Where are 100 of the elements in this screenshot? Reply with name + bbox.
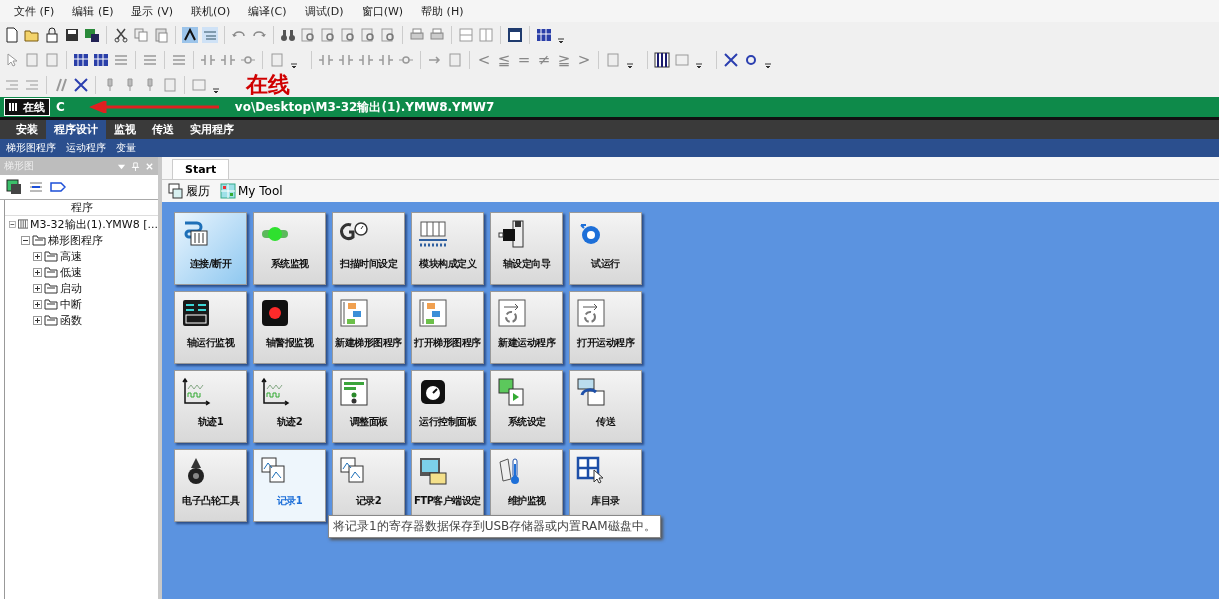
crossed-lines-icon[interactable] bbox=[73, 76, 89, 93]
expand-icon[interactable] bbox=[33, 283, 42, 293]
menu-item[interactable]: 编译(C) bbox=[248, 3, 287, 19]
floppy-icon[interactable] bbox=[64, 26, 80, 43]
ribbon-tab[interactable]: 安装 bbox=[8, 120, 46, 139]
tree-item[interactable]: 低速 bbox=[60, 264, 82, 280]
function-tile[interactable]: 轨迹1 bbox=[174, 370, 247, 443]
alarm-lamp-icon bbox=[260, 298, 290, 328]
collapse-icon[interactable] bbox=[21, 235, 30, 245]
find-icon[interactable] bbox=[380, 26, 396, 43]
function-tile[interactable]: 新建运动程序 bbox=[490, 291, 563, 364]
padlock-icon[interactable] bbox=[44, 26, 60, 43]
tool-grid-icon[interactable] bbox=[220, 183, 236, 199]
ladder-view-icon[interactable] bbox=[182, 26, 198, 43]
menu-item[interactable]: 编辑 (E) bbox=[72, 3, 114, 19]
dial-gauge-icon bbox=[418, 377, 448, 407]
function-tile[interactable]: 运行控制面板 bbox=[411, 370, 484, 443]
ribbon-tab[interactable]: 监视 bbox=[106, 120, 144, 139]
columns-icon[interactable] bbox=[478, 26, 494, 43]
function-tile[interactable]: 传送 bbox=[569, 370, 642, 443]
tree-item[interactable]: 函数 bbox=[60, 312, 82, 328]
grid-icon[interactable] bbox=[73, 51, 89, 68]
program-icon[interactable] bbox=[6, 179, 22, 195]
grid-icon[interactable] bbox=[536, 26, 552, 43]
transfer-icon bbox=[576, 377, 606, 407]
tree-item[interactable]: 高速 bbox=[60, 248, 82, 264]
ribbon-tab[interactable]: 实用程序 bbox=[182, 120, 242, 139]
ribbon-command[interactable]: 变量 bbox=[116, 141, 136, 155]
pointer-icon[interactable] bbox=[4, 51, 20, 68]
function-tile[interactable]: 试运行 bbox=[569, 212, 642, 285]
function-tile[interactable]: 轴警报监视 bbox=[253, 291, 326, 364]
printer-icon[interactable] bbox=[409, 26, 425, 43]
function-tile[interactable]: 调整面板 bbox=[332, 370, 405, 443]
ribbon-tab[interactable]: 传送 bbox=[144, 120, 182, 139]
window-icon[interactable] bbox=[507, 26, 523, 43]
menu-item[interactable]: 调试(D) bbox=[304, 3, 344, 19]
expand-icon[interactable] bbox=[33, 299, 42, 309]
menu-item[interactable]: 联机(O) bbox=[191, 3, 231, 19]
ribbon-command[interactable]: 运动程序 bbox=[66, 141, 106, 155]
pin-icon[interactable] bbox=[131, 161, 140, 171]
waveform-graph-icon bbox=[181, 377, 211, 407]
expand-icon[interactable] bbox=[33, 267, 42, 277]
function-tile[interactable]: 新建梯形图程序 bbox=[332, 291, 405, 364]
clipboard-icon[interactable] bbox=[153, 26, 169, 43]
document-tab[interactable]: Start bbox=[172, 159, 230, 179]
settings-screen-icon bbox=[497, 377, 527, 407]
column-table-icon[interactable] bbox=[654, 51, 670, 68]
menu-item[interactable]: 窗口(W) bbox=[361, 3, 404, 19]
expand-icon[interactable] bbox=[33, 251, 42, 261]
function-tile[interactable]: 记录1 bbox=[253, 449, 326, 522]
sort-icon[interactable] bbox=[28, 179, 44, 195]
function-tile[interactable]: 打开运动程序 bbox=[569, 291, 642, 364]
function-tile[interactable]: 系统设定 bbox=[490, 370, 563, 443]
find-icon[interactable] bbox=[340, 26, 356, 43]
find-icon[interactable] bbox=[300, 26, 316, 43]
function-tile[interactable]: 连接/断开 bbox=[174, 212, 247, 285]
function-tile[interactable]: 轴运行监视 bbox=[174, 291, 247, 364]
function-tile[interactable]: 扫描时间设定 bbox=[332, 212, 405, 285]
close-icon[interactable] bbox=[145, 161, 154, 171]
tag-icon[interactable] bbox=[50, 179, 66, 195]
tooltip: 将记录1的寄存器数据保存到USB存储器或内置RAM磁盘中。 bbox=[328, 515, 661, 538]
bars-icon bbox=[9, 102, 19, 112]
grid-icon[interactable] bbox=[93, 51, 109, 68]
folder-icon bbox=[44, 298, 58, 310]
history-icon[interactable] bbox=[168, 183, 184, 199]
window-title: C bbox=[56, 100, 65, 114]
scissors-icon[interactable] bbox=[113, 26, 129, 43]
counter-display-icon bbox=[181, 298, 211, 328]
my-tool-button[interactable]: My Tool bbox=[238, 184, 283, 198]
ladder-icon bbox=[17, 218, 29, 230]
tree-item[interactable]: M3-32输出(1).YMW8 [... bbox=[30, 216, 158, 232]
split-window-icon[interactable] bbox=[458, 26, 474, 43]
menu-item[interactable]: 显示 (V) bbox=[131, 3, 174, 19]
slider-panel-icon bbox=[339, 377, 369, 407]
menu-item[interactable]: 帮助 (H) bbox=[421, 3, 464, 19]
history-button[interactable]: 履历 bbox=[186, 182, 210, 200]
crossed-lines-icon[interactable] bbox=[723, 51, 739, 68]
function-tile[interactable]: 电子凸轮工具 bbox=[174, 449, 247, 522]
expand-icon[interactable] bbox=[33, 315, 42, 325]
function-tile[interactable]: 轴设定向导 bbox=[490, 212, 563, 285]
find-icon[interactable] bbox=[320, 26, 336, 43]
ribbon-command[interactable]: 梯形图程序 bbox=[6, 141, 56, 155]
tree-item[interactable]: 启动 bbox=[60, 280, 82, 296]
function-tile[interactable]: 打开梯形图程序 bbox=[411, 291, 484, 364]
collapse-icon[interactable] bbox=[9, 219, 16, 229]
tree-item[interactable]: 中断 bbox=[60, 296, 82, 312]
tree-item[interactable]: 梯形图程序 bbox=[48, 232, 103, 248]
page-icon[interactable] bbox=[4, 26, 20, 43]
function-tile[interactable]: 轨迹2 bbox=[253, 370, 326, 443]
annotation-text: 在线 bbox=[246, 72, 290, 96]
menu-item[interactable]: 文件 (F) bbox=[14, 3, 55, 19]
ribbon-tab[interactable]: 程序设计 bbox=[46, 120, 106, 139]
column-header: 程序 bbox=[5, 200, 158, 216]
printer-icon[interactable] bbox=[429, 26, 445, 43]
folder-icon bbox=[44, 314, 58, 326]
flowchart-icon bbox=[418, 298, 448, 328]
function-tile[interactable]: 系统监视 bbox=[253, 212, 326, 285]
module-rack-icon bbox=[418, 219, 448, 249]
function-tile[interactable]: 模块构成定义 bbox=[411, 212, 484, 285]
find-icon[interactable] bbox=[360, 26, 376, 43]
